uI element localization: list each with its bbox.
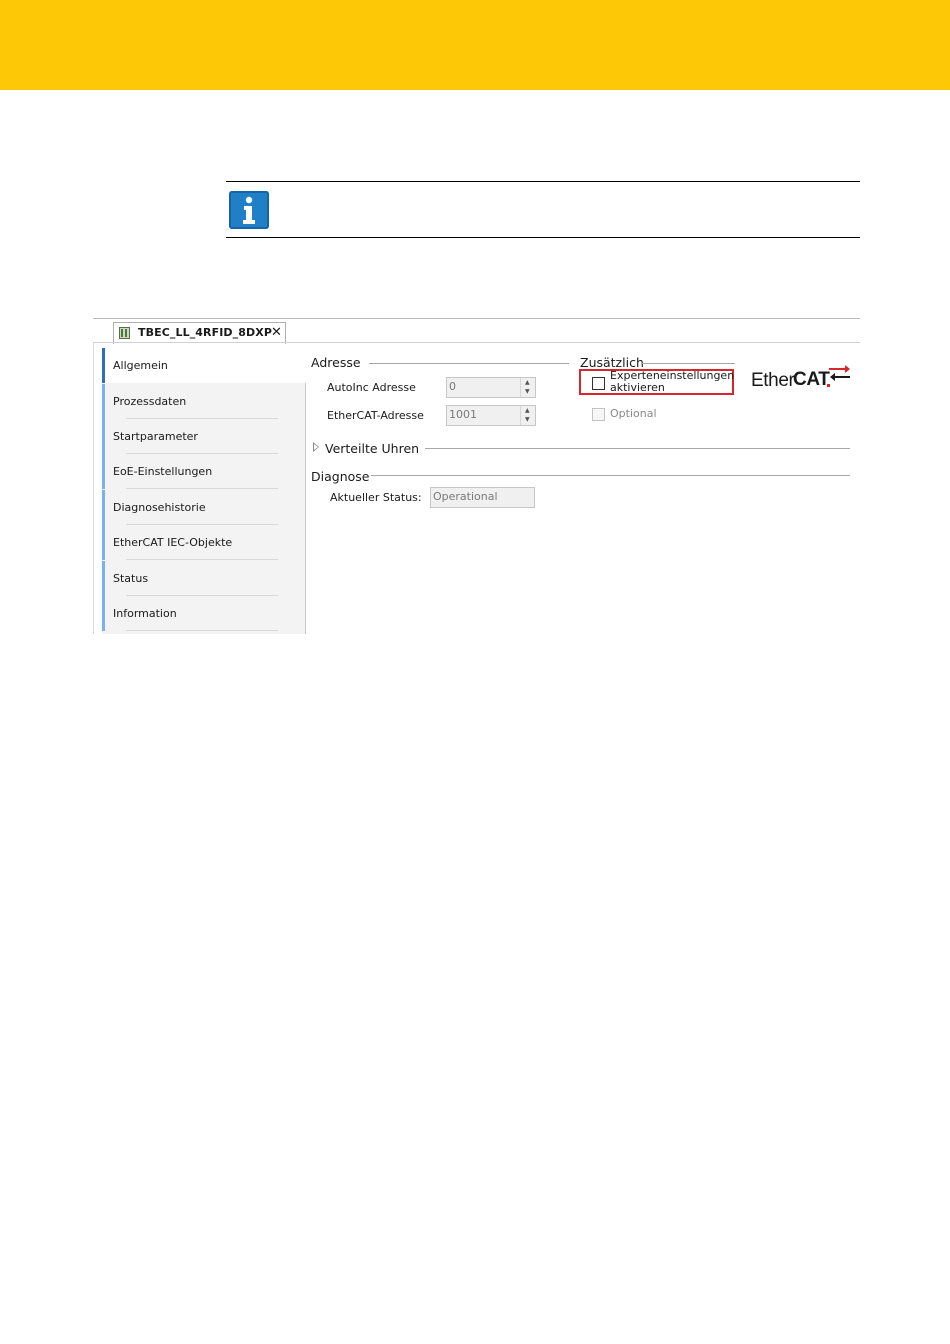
- close-icon[interactable]: ✕: [271, 325, 282, 340]
- ethercat-address-spinner[interactable]: 1001 ▲ ▼: [446, 405, 536, 426]
- autoinc-address-spinner[interactable]: 0 ▲ ▼: [446, 377, 536, 398]
- sidebar-item-label: Information: [113, 607, 177, 620]
- section-diagnose-title: Diagnose: [311, 469, 370, 484]
- nav-indicator: [102, 561, 105, 596]
- expert-settings-checkbox[interactable]: [592, 377, 605, 390]
- spin-down-icon[interactable]: ▼: [525, 416, 530, 423]
- logo-text-cat: CAT: [793, 369, 830, 390]
- expand-triangle-icon[interactable]: [313, 442, 319, 452]
- sidebar-item-allgemein[interactable]: Allgemein: [102, 348, 306, 383]
- nav-indicator: [102, 419, 105, 454]
- autoinc-value: 0: [449, 380, 456, 393]
- section-adresse-title: Adresse: [311, 355, 361, 370]
- section-divider: [371, 475, 850, 476]
- nav-separator: [126, 559, 278, 560]
- sidebar-item-label: EtherCAT IEC-Objekte: [113, 536, 233, 549]
- spin-down-icon[interactable]: ▼: [525, 388, 530, 395]
- status-value: Operational: [433, 490, 498, 503]
- section-divider: [369, 363, 569, 364]
- status-field: Operational: [430, 487, 535, 508]
- info-icon: [229, 191, 269, 229]
- nav-separator: [126, 488, 278, 489]
- optional-label: Optional: [610, 407, 657, 420]
- nav-indicator: [102, 490, 105, 525]
- section-divider: [641, 363, 735, 364]
- nav-indicator: [102, 596, 105, 631]
- tab-device[interactable]: TBEC_LL_4RFID_8DXP ✕: [113, 322, 286, 344]
- sidebar-item-diagnosehistorie[interactable]: Diagnosehistorie: [102, 490, 305, 525]
- section-divider: [425, 448, 850, 449]
- nav-indicator: [102, 348, 105, 383]
- expert-settings-label-line2: aktivieren: [610, 381, 665, 394]
- sidebar-item-status[interactable]: Status: [102, 561, 305, 596]
- sidebar-item-label: Status: [113, 572, 149, 585]
- section-zusaetzlich-title: Zusätzlich: [580, 355, 644, 370]
- editor-tabbar: TBEC_LL_4RFID_8DXP ✕: [93, 318, 860, 344]
- spin-up-icon[interactable]: ▲: [525, 407, 530, 414]
- sidebar-item-label: Diagnosehistorie: [113, 501, 206, 514]
- spin-up-icon[interactable]: ▲: [525, 379, 530, 386]
- status-label: Aktueller Status:: [330, 491, 422, 504]
- device-icon: [119, 327, 130, 339]
- logo-text-ether: Ether: [751, 370, 795, 391]
- sidebar-item-ethercat-iec-objekte[interactable]: EtherCAT IEC-Objekte: [102, 525, 305, 560]
- sidebar-nav: Allgemein Prozessdaten Startparameter Eo…: [102, 348, 306, 634]
- sidebar-item-startparameter[interactable]: Startparameter: [102, 419, 305, 454]
- sidebar-item-label: Prozessdaten: [113, 395, 187, 408]
- ethercat-address-label: EtherCAT-Adresse: [327, 409, 424, 422]
- spinner-buttons[interactable]: ▲ ▼: [520, 378, 535, 397]
- ethercat-logo: Ether CAT: [751, 365, 855, 392]
- nav-indicator: [102, 384, 105, 419]
- tab-title: TBEC_LL_4RFID_8DXP: [138, 326, 272, 339]
- sidebar-item-label: Startparameter: [113, 430, 198, 443]
- optional-checkbox[interactable]: [592, 408, 605, 421]
- header-band: [0, 0, 950, 90]
- nav-indicator: [102, 525, 105, 560]
- spinner-buttons[interactable]: ▲ ▼: [520, 406, 535, 425]
- sidebar-item-label: Allgemein: [113, 359, 168, 372]
- sidebar-item-eoe-einstellungen[interactable]: EoE-Einstellungen: [102, 454, 305, 489]
- note-bottom-rule: [226, 237, 860, 238]
- verteilte-uhren-title[interactable]: Verteilte Uhren: [325, 441, 419, 456]
- ethercat-address-value: 1001: [449, 408, 477, 421]
- autoinc-label: AutoInc Adresse: [327, 381, 416, 394]
- logo-arrows-icon: [829, 365, 850, 381]
- sidebar-item-prozessdaten[interactable]: Prozessdaten: [102, 384, 305, 419]
- note-top-rule: [226, 181, 860, 182]
- logo-dot: [827, 384, 830, 387]
- frame-border: [93, 342, 94, 634]
- tab-underline: [93, 342, 860, 343]
- sidebar-item-label: EoE-Einstellungen: [113, 465, 213, 478]
- nav-indicator: [102, 454, 105, 489]
- device-editor-screenshot: TBEC_LL_4RFID_8DXP ✕ Allgemein Prozessda…: [93, 318, 860, 634]
- sidebar-item-information[interactable]: Information: [102, 596, 305, 631]
- nav-separator: [126, 630, 278, 631]
